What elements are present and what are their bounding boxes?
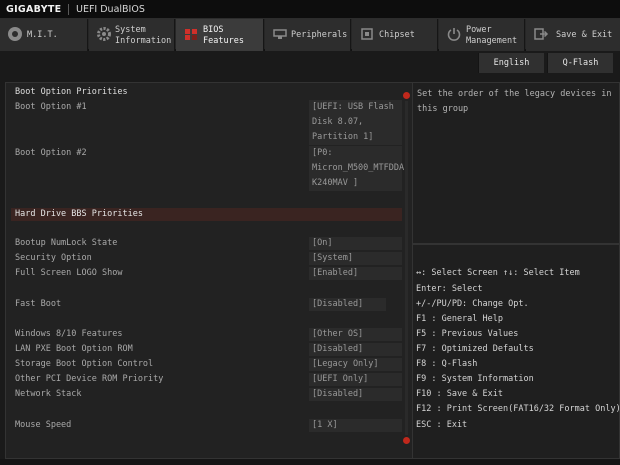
key-hint: F10 : Save & Exit (416, 389, 503, 399)
mouse-speed-label: Mouse Speed (15, 420, 72, 430)
dial-icon (8, 27, 22, 41)
help-description: Set the order of the legacy devices in t… (417, 89, 612, 114)
value-line: K240MAV ] (312, 178, 359, 188)
logo-label: Full Screen LOGO Show (15, 268, 123, 278)
gear-icon (97, 27, 111, 41)
key-hint: F7 : Optimized Defaults (416, 344, 534, 354)
exit-icon (534, 28, 549, 40)
bottom-strip (0, 459, 620, 465)
value-line: [P0: (312, 148, 333, 158)
title-bar: GIGABYTE UEFI DualBIOS (0, 0, 620, 19)
tab-label: Power Management (466, 25, 518, 46)
boot-option-2-value[interactable]: [P0: Micron_M500_MTFDDA K240MAV ] (309, 146, 405, 191)
fast-boot-value[interactable]: [Disabled] (309, 298, 386, 311)
key-hint: F12 : Print Screen(FAT16/32 Format Only) (416, 404, 620, 414)
tab-label: M.I.T. (27, 30, 58, 40)
key-hint: F9 : System Information (416, 374, 534, 384)
windows-features-label: Windows 8/10 Features (15, 329, 123, 339)
brand-logo: GIGABYTE (6, 4, 62, 15)
security-value[interactable]: [System] (309, 252, 402, 265)
network-stack-value[interactable]: [Disabled] (309, 388, 402, 401)
scroll-up-icon[interactable] (403, 92, 410, 99)
key-hint: F1 : General Help (416, 314, 503, 324)
value-line: Micron_M500_MTFDDA (312, 163, 405, 173)
boot-option-1-label: Boot Option #1 (15, 102, 87, 112)
main-tabs: M.I.T. System Information BIOS Features … (0, 19, 620, 51)
boot-option-1-value[interactable]: [UEFI: USB Flash Disk 8.07, Partition 1] (309, 100, 402, 145)
pci-rom-label: Other PCI Device ROM Priority (15, 374, 164, 384)
key-hint: ESC : Exit (416, 420, 468, 430)
title-divider (68, 4, 69, 15)
boot-option-2-label: Boot Option #2 (15, 148, 87, 158)
tab-label: BIOS Features (203, 25, 244, 46)
key-hint: Enter: Select (416, 284, 483, 294)
tab-label: System Information (115, 25, 172, 46)
fast-boot-label: Fast Boot (15, 299, 62, 309)
tab-save-exit[interactable]: Save & Exit (526, 19, 620, 51)
bios-chip-icon (185, 29, 197, 40)
value-line: Disk 8.07, (312, 117, 364, 127)
peripherals-icon (273, 29, 287, 39)
windows-features-value[interactable]: [Other OS] (309, 328, 402, 341)
scrollbar-track[interactable] (405, 101, 408, 435)
lan-pxe-label: LAN PXE Boot Option ROM (15, 344, 133, 354)
tab-bios-features[interactable]: BIOS Features (176, 19, 264, 51)
numlock-value[interactable]: [On] (309, 237, 402, 250)
language-button[interactable]: English (478, 53, 544, 73)
mouse-speed-value[interactable]: [1 X] (309, 419, 402, 432)
sub-toolbar: English Q-Flash (0, 53, 620, 73)
boot-priorities-header: Boot Option Priorities (15, 87, 128, 97)
tab-peripherals[interactable]: Peripherals (265, 19, 351, 51)
network-stack-label: Network Stack (15, 389, 82, 399)
tab-chipset[interactable]: Chipset (352, 19, 438, 51)
app-title: UEFI DualBIOS (76, 4, 145, 15)
tab-system-information[interactable]: System Information (89, 19, 175, 51)
tab-label: Peripherals (291, 30, 348, 40)
security-label: Security Option (15, 253, 92, 263)
power-icon (447, 28, 461, 41)
storage-boot-value[interactable]: [Legacy Only] (309, 358, 402, 371)
key-hint: ↔: Select Screen ↑↓: Select Item (416, 268, 580, 278)
lan-pxe-value[interactable]: [Disabled] (309, 343, 402, 356)
chip-icon (361, 28, 373, 40)
tab-power-management[interactable]: Power Management (439, 19, 525, 51)
numlock-label: Bootup NumLock State (15, 238, 118, 248)
scroll-down-icon[interactable] (403, 437, 410, 444)
logo-value[interactable]: [Enabled] (309, 267, 402, 280)
pci-rom-value[interactable]: [UEFI Only] (309, 373, 402, 386)
qflash-button[interactable]: Q-Flash (547, 53, 613, 73)
tab-mit[interactable]: M.I.T. (0, 19, 88, 51)
tab-label: Save & Exit (556, 30, 613, 40)
key-hint: F8 : Q-Flash (416, 359, 478, 369)
value-line: Partition 1] (312, 132, 374, 142)
value-line: [UEFI: USB Flash (312, 102, 394, 112)
storage-boot-label: Storage Boot Option Control (15, 359, 154, 369)
key-hint: +/-/PU/PD: Change Opt. (416, 299, 529, 309)
hard-drive-bbs-priorities[interactable]: Hard Drive BBS Priorities (15, 208, 143, 221)
tab-label: Chipset (379, 30, 415, 40)
key-hint: F5 : Previous Values (416, 329, 519, 339)
